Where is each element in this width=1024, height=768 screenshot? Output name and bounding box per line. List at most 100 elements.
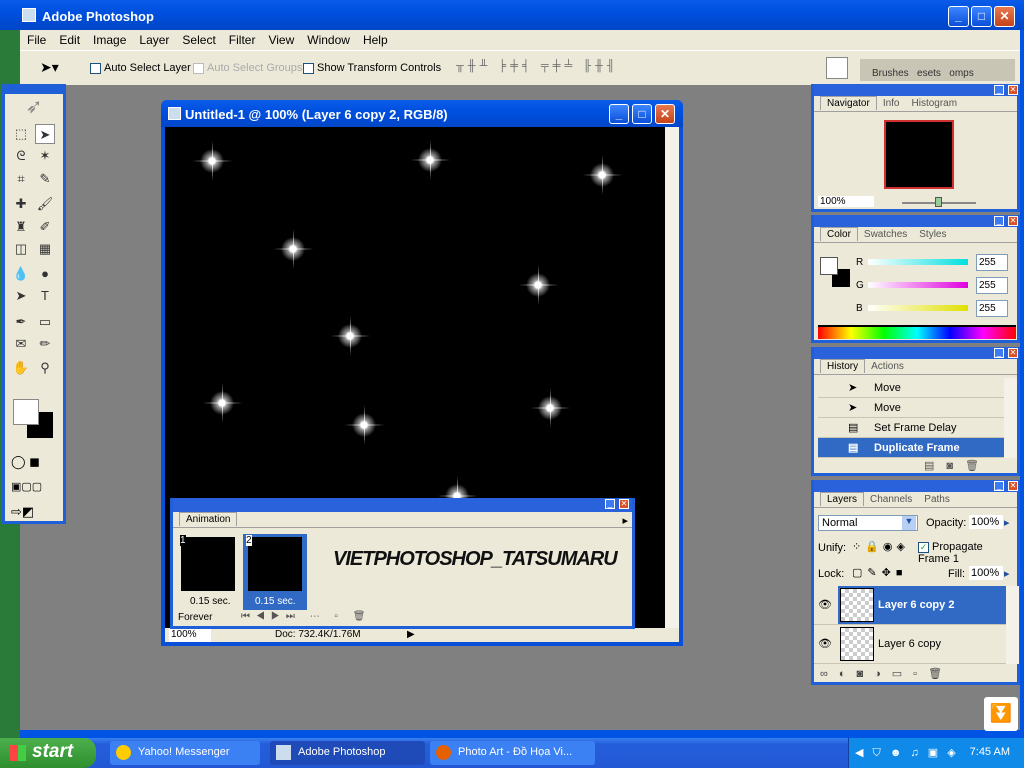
menu-image[interactable]: Image <box>93 33 126 47</box>
palette-well-icon[interactable] <box>826 57 848 79</box>
channel-slider[interactable] <box>868 282 968 288</box>
lock-buttons[interactable]: ▢✎✥■ <box>852 566 907 579</box>
animation-frame-2[interactable]: 2 0.15 sec. <box>243 534 307 610</box>
healing-brush-icon[interactable]: ✚ <box>11 194 31 214</box>
zoom-tool-icon[interactable]: ⚲ <box>35 358 55 378</box>
eye-icon[interactable]: 👁 <box>818 637 832 650</box>
eraser-tool-icon[interactable]: ◫ <box>11 239 31 259</box>
animation-frame-1[interactable]: 1 0.15 sec. <box>178 534 238 610</box>
channel-slider[interactable] <box>868 259 968 265</box>
taskbar-adobe-photoshop[interactable]: Adobe Photoshop <box>270 741 425 765</box>
unify-buttons[interactable]: ⁘🔒◉◈ <box>852 540 909 553</box>
pen-tool-icon[interactable]: ✒ <box>11 312 31 332</box>
blend-mode-select[interactable]: Normal ▼ <box>818 515 918 531</box>
foreground-color-swatch[interactable] <box>13 399 39 425</box>
screen-mode-buttons[interactable]: ▣▢▢ <box>11 480 42 493</box>
opacity-input[interactable]: 100% <box>969 515 1003 529</box>
menu-file[interactable]: File <box>27 33 46 47</box>
move-tool-icon[interactable]: ➤ <box>35 124 55 144</box>
eyedropper-tool-icon[interactable]: ✏ <box>35 334 55 354</box>
show-transform-controls-checkbox[interactable]: Show Transform Controls <box>303 62 441 74</box>
frame-delay[interactable]: 0.15 sec. <box>190 596 231 607</box>
minimize-button[interactable]: _ <box>948 6 969 27</box>
navigator-thumbnail[interactable] <box>884 120 954 189</box>
well-tab-brushes[interactable]: Brushes <box>872 68 909 79</box>
history-item[interactable]: ➤ Move <box>818 398 1004 418</box>
marquee-tool-icon[interactable]: ⬚ <box>11 124 31 144</box>
color-fg-swatch[interactable] <box>820 257 838 275</box>
layer-row[interactable]: 👁 Layer 6 copy <box>814 625 1006 664</box>
notes-tool-icon[interactable]: ✉ <box>11 334 31 354</box>
feather-logo-icon[interactable]: ➶ <box>5 94 63 126</box>
slice-tool-icon[interactable]: ✎ <box>35 169 55 189</box>
history-footer-buttons[interactable]: ▤◙🗑 <box>924 459 991 472</box>
channel-value[interactable]: 255 <box>976 300 1008 317</box>
color-ramp[interactable] <box>818 325 1016 339</box>
vertical-scrollbar[interactable] <box>665 127 679 628</box>
crop-tool-icon[interactable]: ⌗ <box>11 169 31 189</box>
tab-paths[interactable]: Paths <box>918 493 956 506</box>
jump-to-imageready-button[interactable]: ⇨◩ <box>11 504 34 520</box>
menu-help[interactable]: Help <box>363 33 388 47</box>
history-item[interactable]: ▤ Set Frame Delay <box>818 418 1004 438</box>
tab-layers[interactable]: Layers <box>820 492 865 506</box>
tab-color[interactable]: Color <box>820 227 858 241</box>
channel-value[interactable]: 255 <box>976 254 1008 271</box>
tab-navigator[interactable]: Navigator <box>820 96 877 110</box>
blur-tool-icon[interactable]: 💧 <box>11 264 31 284</box>
clone-stamp-icon[interactable]: ♜ <box>11 217 31 237</box>
history-scrollbar[interactable] <box>1004 378 1017 458</box>
type-tool-icon[interactable]: T <box>35 286 55 306</box>
tab-histogram[interactable]: Histogram <box>906 97 964 110</box>
history-item[interactable]: ➤ Move <box>818 378 1004 398</box>
playback-buttons[interactable]: ⏮◀▶⏭ ⋯ ▫ 🗑 <box>241 611 371 622</box>
doc-minimize-button[interactable]: _ <box>609 104 629 124</box>
align-buttons[interactable]: ╥╫╨ ╞╪╡ ╤╪╧ ╟╫╢ <box>456 60 619 72</box>
navigator-zoom-slider[interactable] <box>902 197 976 207</box>
start-button[interactable]: start <box>0 738 96 768</box>
navigator-zoom[interactable]: 100% <box>818 196 874 207</box>
loop-select[interactable]: Forever <box>178 612 233 623</box>
quick-mask-buttons[interactable]: ◯ ◼ <box>11 454 59 470</box>
menu-select[interactable]: Select <box>182 33 215 47</box>
move-tool-preset-icon[interactable]: ➤▾ <box>40 59 59 76</box>
propagate-frame-checkbox[interactable]: ✓ Propagate Frame 1 <box>918 541 1017 565</box>
menu-filter[interactable]: Filter <box>229 33 256 47</box>
doc-close-button[interactable]: ✕ <box>655 104 675 124</box>
channel-slider[interactable] <box>868 305 968 311</box>
status-menu-arrow-icon[interactable]: ▶ <box>407 628 415 642</box>
path-selection-icon[interactable]: ➤ <box>11 286 31 306</box>
auto-select-layer-checkbox[interactable]: Auto Select Layer <box>90 62 191 74</box>
doc-size[interactable]: Doc: 732.4K/1.76M <box>275 628 361 642</box>
hand-tool-icon[interactable]: ✋ <box>11 358 31 378</box>
shape-tool-icon[interactable]: ▭ <box>35 312 55 332</box>
tab-history[interactable]: History <box>820 359 866 373</box>
gradient-tool-icon[interactable]: ▦ <box>35 239 55 259</box>
close-button[interactable]: ✕ <box>994 6 1015 27</box>
history-item[interactable]: ▤ Duplicate Frame <box>818 438 1004 458</box>
tab-styles[interactable]: Styles <box>913 228 952 241</box>
menu-window[interactable]: Window <box>307 33 350 47</box>
fill-input[interactable]: 100% <box>969 566 1003 580</box>
layers-scrollbar[interactable] <box>1006 586 1019 664</box>
maximize-button[interactable]: □ <box>971 6 992 27</box>
layers-footer-buttons[interactable]: ∞◐◙◑▭▫🗑 <box>820 667 953 680</box>
lasso-tool-icon[interactable]: ᘓ <box>11 146 31 166</box>
menu-edit[interactable]: Edit <box>59 33 80 47</box>
menu-layer[interactable]: Layer <box>139 33 169 47</box>
well-tab-presets[interactable]: esets <box>917 68 941 79</box>
layer-row[interactable]: 👁 Layer 6 copy 2 <box>814 586 1006 625</box>
palette-menu-icon[interactable]: ▸ <box>622 514 628 527</box>
expand-chevron-button[interactable]: ⏬ <box>984 697 1018 731</box>
dodge-tool-icon[interactable]: ● <box>35 264 55 284</box>
tab-actions[interactable]: Actions <box>865 360 910 373</box>
taskbar-firefox[interactable]: Photo Art - Đồ Họa Vi... <box>430 741 595 765</box>
zoom-level[interactable]: 100% <box>169 628 211 642</box>
frame-delay[interactable]: 0.15 sec. <box>255 596 296 607</box>
magic-wand-tool-icon[interactable]: ✶ <box>35 146 55 166</box>
doc-maximize-button[interactable]: □ <box>632 104 652 124</box>
channel-value[interactable]: 255 <box>976 277 1008 294</box>
brush-tool-icon[interactable]: 🖌 <box>35 194 55 214</box>
history-brush-icon[interactable]: ✐ <box>35 217 55 237</box>
tab-channels[interactable]: Channels <box>864 493 918 506</box>
